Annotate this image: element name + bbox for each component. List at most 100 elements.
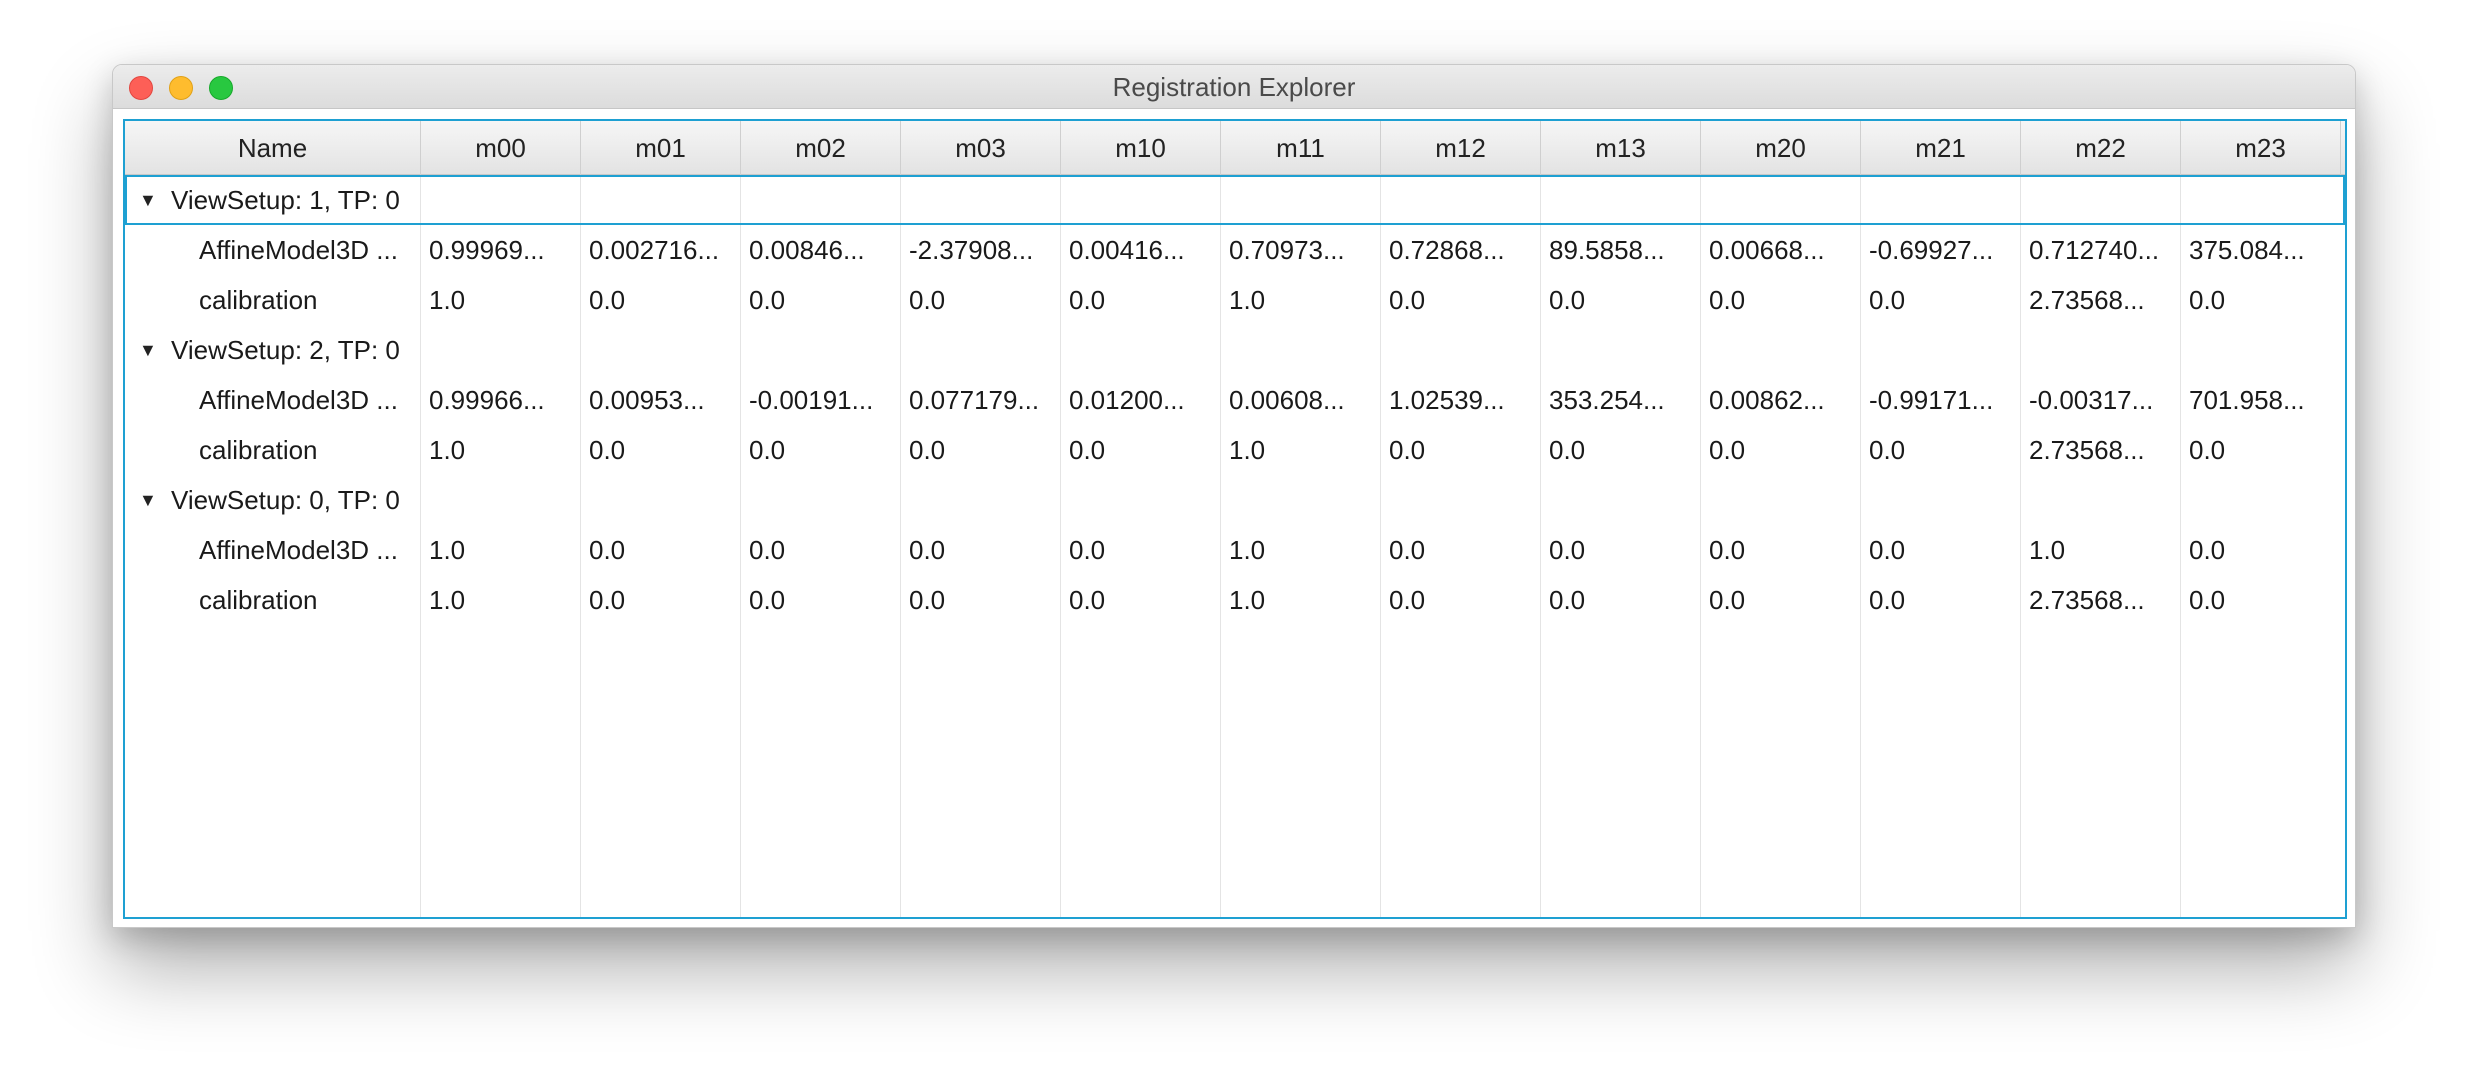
value-cell-m11: 1.0 (1229, 435, 1266, 465)
value-cell-m23: 0.0 (2189, 435, 2226, 465)
tree-child-row[interactable]: calibration 1.0 0.0 0.0 0.0 0.0 1.0 0.0 0.0 0.0 0.… (125, 275, 2345, 325)
value-cell-m11: 1.0 (1229, 535, 1266, 565)
row-name-label: calibration (199, 585, 318, 615)
value-cell-m11 (1221, 175, 1381, 225)
value-cell-m01: 0.0 (589, 535, 626, 565)
value-cell-m20 (1701, 325, 1861, 375)
value-cell-m02: 0.0 (749, 585, 786, 615)
value-cell-m22 (2021, 325, 2181, 375)
value-cell-m21: -0.99171... (1869, 385, 1994, 415)
value-cell-m03: 0.0 (909, 535, 946, 565)
value-cell-m13: 89.5858... (1549, 235, 1665, 265)
triangle-down-icon[interactable]: ▼ (139, 475, 159, 525)
tree-child-row[interactable]: calibration 1.0 0.0 0.0 0.0 0.0 1.0 0.0 0.0 0.0 0.… (125, 575, 2345, 625)
value-cell-m12: 0.0 (1389, 535, 1426, 565)
value-cell-m20 (1701, 175, 1861, 225)
value-cell-m21: -0.69927... (1869, 235, 1994, 265)
row-name-label: AffineModel3D ... (199, 235, 398, 265)
value-cell-m12 (1381, 175, 1541, 225)
value-cell-m11 (1221, 325, 1381, 375)
tree-group-row[interactable]: ▼ ViewSetup: 2, TP: 0 (125, 325, 2345, 375)
value-cell-m13: 0.0 (1549, 285, 1586, 315)
name-cell: calibration (125, 275, 421, 325)
value-cell-m00: 0.99966... (429, 385, 545, 415)
value-cell-m11: 0.00608... (1229, 385, 1345, 415)
name-cell: calibration (125, 575, 421, 625)
name-cell: ▼ ViewSetup: 0, TP: 0 (125, 475, 421, 525)
value-cell-m11: 0.70973... (1229, 235, 1345, 265)
column-header-m01[interactable]: m01 (581, 121, 741, 175)
value-cell-m13: 353.254... (1549, 385, 1665, 415)
tree-child-row[interactable]: calibration 1.0 0.0 0.0 0.0 0.0 1.0 0.0 0.0 0.0 0.… (125, 425, 2345, 475)
value-cell-m10: 0.0 (1069, 585, 1106, 615)
row-name-label: ViewSetup: 1, TP: 0 (171, 185, 400, 215)
value-cell-m01: 0.002716... (589, 235, 720, 265)
value-cell-m10: 0.00416... (1069, 235, 1185, 265)
column-header-name[interactable]: Name (125, 121, 421, 175)
value-cell-m10 (1061, 175, 1221, 225)
column-header-m12[interactable]: m12 (1381, 121, 1541, 175)
value-cell-m20: 0.00668... (1709, 235, 1825, 265)
column-header-m11[interactable]: m11 (1221, 121, 1381, 175)
column-header-m10[interactable]: m10 (1061, 121, 1221, 175)
value-cell-m02: 0.0 (749, 435, 786, 465)
value-cell-m20 (1701, 475, 1861, 525)
value-cell-m01 (581, 325, 741, 375)
tree-group-row[interactable]: ▼ ViewSetup: 1, TP: 0 (125, 175, 2345, 225)
value-cell-m22: 1.0 (2029, 535, 2066, 565)
value-cell-m13 (1541, 325, 1701, 375)
value-cell-m11: 1.0 (1229, 585, 1266, 615)
table-body: ▼ ViewSetup: 1, TP: 0 AffineModel3D ... 0.9… (125, 175, 2345, 625)
column-header-m03[interactable]: m03 (901, 121, 1061, 175)
table-header: Name m00 m01 m02 m03 m10 m11 m12 m13 m20 m21 m22 m23 (125, 121, 2345, 175)
value-cell-m00 (421, 175, 581, 225)
column-header-m13[interactable]: m13 (1541, 121, 1701, 175)
value-cell-m21: 0.0 (1869, 285, 1906, 315)
value-cell-m12: 0.0 (1389, 435, 1426, 465)
value-cell-m12: 0.0 (1389, 285, 1426, 315)
value-cell-m02 (741, 325, 901, 375)
column-header-m00[interactable]: m00 (421, 121, 581, 175)
value-cell-m03: 0.077179... (909, 385, 1040, 415)
value-cell-m00: 1.0 (429, 585, 466, 615)
value-cell-m20: 0.0 (1709, 285, 1746, 315)
value-cell-m12: 0.0 (1389, 585, 1426, 615)
value-cell-m00: 1.0 (429, 285, 466, 315)
value-cell-m02: -0.00191... (749, 385, 874, 415)
value-cell-m22 (2021, 175, 2181, 225)
value-cell-m03: -2.37908... (909, 235, 1034, 265)
triangle-down-icon[interactable]: ▼ (139, 175, 159, 225)
title-bar[interactable]: Registration Explorer (113, 65, 2355, 109)
value-cell-m13 (1541, 475, 1701, 525)
column-header-m20[interactable]: m20 (1701, 121, 1861, 175)
value-cell-m00: 0.99969... (429, 235, 545, 265)
row-name-label: ViewSetup: 0, TP: 0 (171, 485, 400, 515)
value-cell-m22 (2021, 475, 2181, 525)
value-cell-m10 (1061, 475, 1221, 525)
tree-child-row[interactable]: AffineModel3D ... 0.99969... 0.002716... 0.… (125, 225, 2345, 275)
value-cell-m23: 0.0 (2189, 285, 2226, 315)
value-cell-m01 (581, 175, 741, 225)
value-cell-m20: 0.00862... (1709, 385, 1825, 415)
tree-group-row[interactable]: ▼ ViewSetup: 0, TP: 0 (125, 475, 2345, 525)
value-cell-m22: 2.73568... (2029, 435, 2145, 465)
value-cell-m10: 0.0 (1069, 435, 1106, 465)
column-header-m02[interactable]: m02 (741, 121, 901, 175)
column-header-m21[interactable]: m21 (1861, 121, 2021, 175)
value-cell-m03 (901, 475, 1061, 525)
row-name-label: calibration (199, 435, 318, 465)
triangle-down-icon[interactable]: ▼ (139, 325, 159, 375)
row-name-label: AffineModel3D ... (199, 385, 398, 415)
row-name-label: ViewSetup: 2, TP: 0 (171, 335, 400, 365)
column-header-m23[interactable]: m23 (2181, 121, 2341, 175)
value-cell-m22: 0.712740... (2029, 235, 2160, 265)
tree-child-row[interactable]: AffineModel3D ... 0.99966... 0.00953... -0.… (125, 375, 2345, 425)
value-cell-m21: 0.0 (1869, 535, 1906, 565)
tree-child-row[interactable]: AffineModel3D ... 1.0 0.0 0.0 0.0 0.0 1.0 0.0 0.… (125, 525, 2345, 575)
value-cell-m22: -0.00317... (2029, 385, 2154, 415)
name-cell: calibration (125, 425, 421, 475)
column-header-m22[interactable]: m22 (2021, 121, 2181, 175)
value-cell-m13: 0.0 (1549, 535, 1586, 565)
value-cell-m10 (1061, 325, 1221, 375)
registration-tree-table[interactable]: Name m00 m01 m02 m03 m10 m11 m12 m13 m20 m21 m22 m23… (123, 119, 2347, 919)
